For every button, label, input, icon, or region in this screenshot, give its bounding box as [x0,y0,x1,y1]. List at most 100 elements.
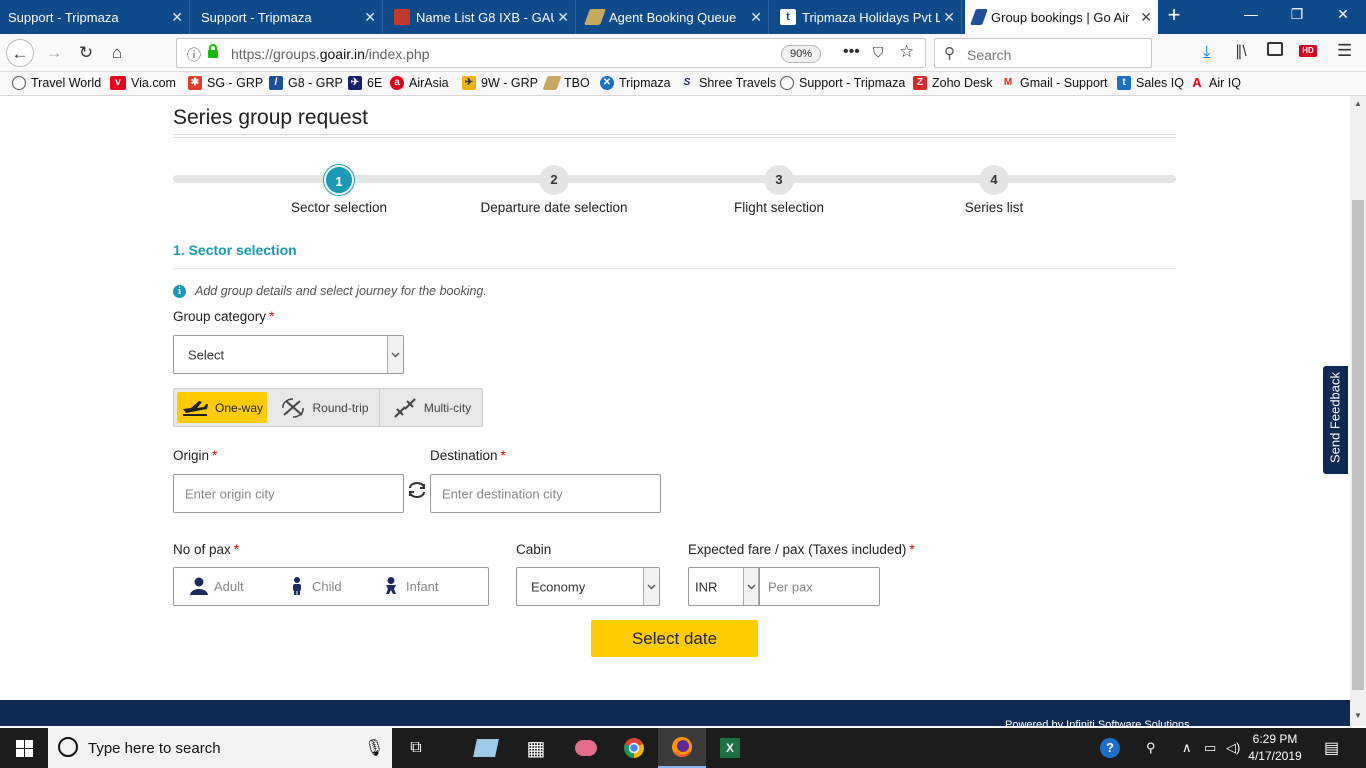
shree-icon: S [683,77,691,88]
bookmark-travel-world[interactable]: Travel World [12,76,101,90]
zoom-level[interactable]: 90% [781,45,821,63]
chevron-up-icon[interactable]: ∧ [1182,740,1192,756]
library-icon[interactable]: ∥\ [1235,42,1247,60]
info-text: Add group details and select journey for… [195,284,487,298]
bookmark-star-icon[interactable]: ☆ [899,42,914,62]
bookmark-zoho-desk[interactable]: Z Zoho Desk [913,76,992,90]
people-icon[interactable]: ⚲ [1146,740,1156,756]
tab-support-tripmaza-1[interactable]: Support - Tripmaza ✕ [0,0,190,34]
bookmark-shree-travels[interactable]: S Shree Travels [680,76,776,90]
currency-select[interactable]: INR [688,567,759,606]
airiq-icon: A [1192,75,1202,90]
calculator-icon[interactable]: ▦ [512,728,560,768]
tab-agent-booking-queue[interactable]: Agent Booking Queue ✕ [579,0,769,34]
more-actions-icon[interactable]: ••• [843,43,860,61]
sidebar-icon[interactable] [1267,42,1283,56]
windows-start-icon[interactable] [0,728,48,768]
close-icon[interactable]: ✕ [554,9,569,26]
close-icon[interactable]: ✕ [364,9,376,26]
trip-type-one-way[interactable]: One-way [177,392,267,423]
bookmark-9w-grp[interactable]: ✈ 9W - GRP [462,76,538,90]
required-mark: * [233,542,240,557]
microphone-icon[interactable]: 🎙 [364,738,384,758]
close-icon[interactable]: ✕ [750,9,762,26]
origin-label: Origin * [173,448,218,463]
bookmark-airasia[interactable]: a AirAsia [390,76,449,90]
task-view-icon[interactable]: ⧉ [392,728,440,768]
pax-adult[interactable]: Adult [190,577,244,595]
cabin-select[interactable]: Economy [516,567,660,606]
group-category-select[interactable]: Select [173,335,404,374]
chevron-down-icon [743,568,759,605]
bookmark-g8-grp[interactable]: / G8 - GRP [269,76,343,90]
clock[interactable]: 6:29 PM 4/17/2019 [1244,731,1306,765]
bookmark-tbo[interactable]: TBO [542,76,590,90]
bookmark-gmail-support[interactable]: M Gmail - Support [1001,76,1108,90]
taskbar-search[interactable]: Type here to search 🎙 [48,728,392,768]
tab-title: Tripmaza Holidays Pvt Lt [802,9,947,25]
tab-group-bookings-goair[interactable]: Group bookings | Go Air ✕ [965,0,1158,34]
forward-icon[interactable]: → [40,39,68,67]
excel-icon[interactable]: X [706,728,754,768]
chrome-icon[interactable] [610,728,658,768]
bookmark-tripmaza[interactable]: ✕ Tripmaza [600,76,671,90]
search-bar[interactable]: ⚲ Search [934,38,1152,68]
volume-icon[interactable]: ◁) [1226,740,1240,756]
new-tab-button[interactable]: + [1162,4,1186,28]
select-date-button[interactable]: Select date [591,620,758,657]
bookmark-support-tripmaza[interactable]: Support - Tripmaza [780,76,905,90]
home-icon[interactable]: ⌂ [103,39,131,67]
bookmark-sales-iq[interactable]: t Sales IQ [1117,76,1184,90]
cabin-label: Cabin [516,542,552,557]
help-icon[interactable]: ? [1100,738,1120,758]
close-window-icon[interactable]: ✕ [1328,6,1358,23]
pax-child[interactable]: Child [288,577,342,595]
close-icon[interactable]: ✕ [1137,9,1152,26]
step-1-circle: 1 [324,165,354,195]
notifications-icon[interactable]: ▤ [1324,738,1339,758]
scroll-down-icon[interactable]: ▼ [1354,711,1362,720]
origin-input[interactable]: Enter origin city [173,474,404,513]
app-icon-1[interactable] [462,728,510,768]
tab-tripmaza-holidays[interactable]: t Tripmaza Holidays Pvt Lt ✕ [772,0,962,34]
chevron-down-icon [643,568,659,605]
close-icon[interactable]: ✕ [171,9,183,26]
page-title: Series group request [173,106,368,129]
pocket-icon[interactable]: ⛉ [873,44,884,61]
bookmark-sg-grp[interactable]: ✱ SG - GRP [188,76,263,90]
pax-infant[interactable]: Infant [382,577,439,595]
back-icon[interactable]: ← [6,39,34,67]
lock-icon[interactable] [207,44,219,59]
info-icon[interactable]: ⓘ [187,45,201,65]
scroll-up-icon[interactable]: ▲ [1354,99,1362,108]
tab-support-tripmaza-2[interactable]: Support - Tripmaza ✕ [193,0,383,34]
scrollbar-thumb[interactable] [1352,200,1364,690]
trip-type-multi-city[interactable]: Multi-city [380,389,483,426]
bookmark-air-iq[interactable]: A Air IQ [1190,75,1241,91]
bookmarks-bar: Travel World v Via.com ✱ SG - GRP / G8 - GR… [0,72,1366,96]
battery-icon[interactable]: ▭ [1204,740,1216,756]
download-icon[interactable]: ⤓ [1203,42,1211,62]
bookmark-via[interactable]: v Via.com [110,76,176,90]
swap-cities-icon[interactable] [407,481,427,504]
hd-extension-icon[interactable]: HD [1299,45,1317,57]
menu-icon[interactable]: ☰ [1337,41,1352,61]
fare-input[interactable]: Per pax [759,567,880,606]
restore-icon[interactable]: ❐ [1282,6,1312,23]
minimize-icon[interactable]: — [1236,6,1266,22]
paint-icon[interactable] [562,728,610,768]
child-icon [293,577,301,595]
bookmark-6e[interactable]: ✈ 6E [348,76,382,90]
salesiq-icon: t [1117,76,1131,90]
step-4-label: Series list [964,200,1024,215]
destination-input[interactable]: Enter destination city [430,474,661,513]
page-scrollbar[interactable]: ▲ ▼ [1350,96,1366,726]
pax-selector[interactable]: Adult Child Infant [173,567,489,606]
tab-name-list[interactable]: Name List G8 IXB - GAU ✕ [386,0,576,34]
close-icon[interactable]: ✕ [940,9,955,26]
firefox-icon[interactable] [658,728,706,768]
trip-type-round-trip[interactable]: Round-trip [270,389,380,426]
url-bar[interactable]: ⓘ https://groups.goair.in/index.php 90% … [176,38,926,68]
send-feedback-tab[interactable]: Send Feedback [1323,366,1348,474]
reload-icon[interactable]: ↻ [72,39,100,67]
